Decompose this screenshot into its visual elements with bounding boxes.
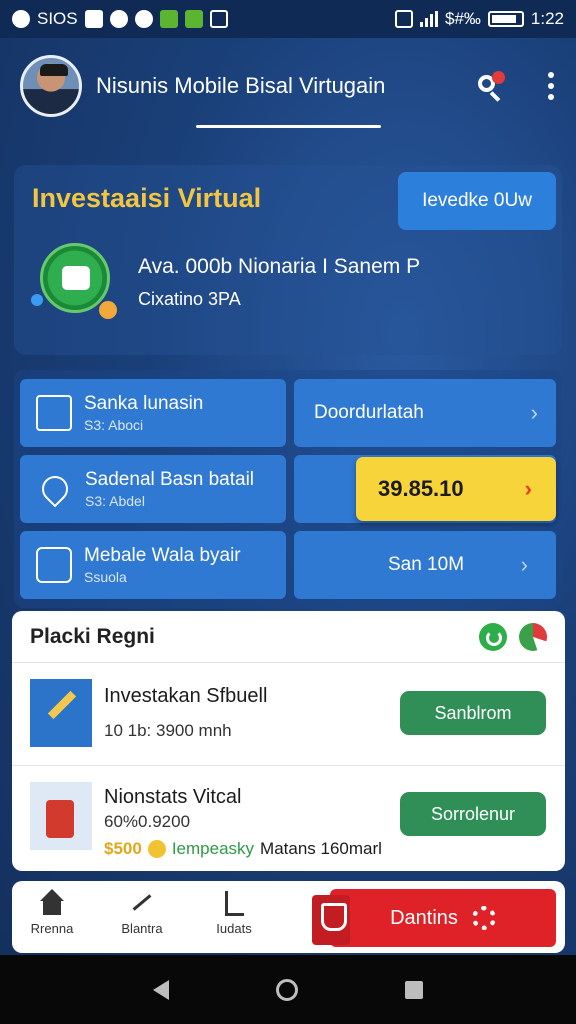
nav-docs[interactable]: Iudats: [196, 889, 272, 949]
list-item: Investakan Sfbuell 10 1b: 3900 mnh Sanbl…: [12, 663, 565, 766]
tile-mebale[interactable]: Mebale Wala byair Ssuola: [20, 531, 286, 599]
list-item: Nionstats Vitcal 60%0.9200 $500 Iempeask…: [12, 766, 565, 869]
item-title: Investakan Sfbuell: [104, 685, 268, 707]
app-header: Nisunis Mobile Bisal Virtugain: [0, 38, 576, 134]
tile-label: Sadenal Basn batail: [85, 469, 255, 490]
shield-badge-icon: [312, 895, 350, 945]
system-nav-bar: [0, 955, 576, 1024]
clock: 1:22: [530, 9, 564, 28]
tile-label: San 10M: [387, 554, 465, 575]
status-app-icon: [12, 10, 30, 28]
item-subtitle: 10 1b: 3900 mnh: [104, 721, 232, 740]
cta-label: Dantins: [390, 906, 458, 929]
avatar[interactable]: [20, 55, 82, 117]
search-button[interactable]: [476, 71, 506, 102]
battery-icon: [487, 11, 524, 27]
cta-button[interactable]: Dantins: [330, 889, 556, 947]
sync-icon: [134, 10, 153, 28]
more-options-button[interactable]: [546, 72, 556, 100]
tab-indicator: [196, 125, 381, 128]
tile-label: Sanka lunasin: [84, 393, 204, 414]
balance-button[interactable]: 39.85.10 ›: [356, 457, 556, 521]
house-icon: [36, 395, 72, 431]
item-price: $500: [104, 839, 142, 858]
chart-icon: [127, 889, 157, 917]
tile-label: Mebale Wala byair: [84, 545, 241, 566]
app-icon-green-2: [184, 10, 203, 28]
notification-dot: [492, 71, 505, 84]
home-circle-icon[interactable]: [275, 978, 298, 1001]
nav-label: Blantra: [121, 921, 163, 936]
document-icon: [219, 889, 249, 917]
hero-action-button[interactable]: Ievedke 0Uw: [398, 172, 556, 230]
chart-board-icon: [36, 547, 72, 583]
gear-icon: [471, 906, 496, 930]
nav-home[interactable]: Rrenna: [14, 889, 90, 949]
bottom-nav: Rrenna Blantra Iudats Dantins: [12, 881, 565, 953]
home-icon: [37, 889, 67, 917]
item-tag: Iempeasky: [171, 839, 255, 858]
tile-doordurlatah[interactable]: Doordurlatah ›: [294, 379, 556, 447]
ball-icon[interactable]: [519, 622, 547, 651]
nav-chart[interactable]: Blantra: [104, 889, 180, 949]
tile-sanka[interactable]: Sanka lunasin S3: Aboci: [20, 379, 286, 447]
hero-title: Investaaisi Virtual: [32, 183, 262, 213]
app-logo-icon: [31, 243, 117, 319]
chevron-right-icon: ›: [520, 552, 528, 577]
refresh-icon[interactable]: [479, 622, 507, 651]
app-icon-green: [159, 10, 178, 28]
signal-icon: [419, 11, 438, 27]
item-title: Nionstats Vitcal: [104, 786, 242, 808]
hero-info-line2: Cixatino 3PA: [138, 289, 241, 309]
chevron-right-icon: ›: [524, 476, 532, 501]
list-card: Placki Regni Investakan Sfbuell 10 1b: 3…: [12, 611, 565, 871]
back-icon[interactable]: [153, 979, 170, 1000]
hero-card: Investaaisi Virtual Ievedke 0Uw Ava. 000…: [14, 165, 562, 355]
item-action-button[interactable]: Sanblrom: [400, 691, 546, 735]
coin-icon: [147, 840, 166, 858]
tile-sadenal[interactable]: Sadenal Basn batail S3: Abdel: [20, 455, 286, 523]
tile-sub: S3: Aboci: [84, 417, 144, 433]
item-action-button[interactable]: Sorrolenur: [400, 792, 546, 836]
item-thumbnail: [30, 782, 92, 850]
network-label: $#‰: [444, 9, 481, 28]
nav-label: Iudats: [216, 921, 252, 936]
tile-san10m[interactable]: San 10M ›: [294, 531, 556, 599]
check-icon: [84, 10, 103, 28]
recent-apps-icon[interactable]: [404, 980, 423, 999]
vibrate-icon: [394, 10, 413, 28]
item-extra: Matans 160marl: [260, 839, 382, 858]
balance-value: 39.85.10: [378, 476, 464, 501]
carrier-text: SIOS: [37, 9, 78, 28]
chevron-right-icon: ›: [530, 400, 538, 425]
location-pin-icon: [36, 470, 74, 508]
app-screen: SIOS $#‰ 1:22 Nisunis Mobile Bisal Virtu…: [0, 0, 576, 955]
item-thumbnail: [30, 679, 92, 747]
nav-label: Rrenna: [30, 921, 74, 936]
tile-label: Doordurlatah: [314, 402, 424, 423]
hero-info-line1: Ava. 000b Nionaria I Sanem P: [138, 255, 421, 278]
page-title: Nisunis Mobile Bisal Virtugain: [96, 73, 386, 98]
item-subtitle: 60%0.9200: [104, 812, 191, 831]
list-title: Placki Regni: [30, 624, 155, 648]
item-meta: $500 Iempeasky Matans 160marl: [104, 839, 382, 859]
list-header: Placki Regni: [12, 611, 565, 663]
tile-sub: S3: Abdel: [85, 493, 145, 509]
tile-sub: Ssuola: [84, 569, 127, 585]
status-bar: SIOS $#‰ 1:22: [0, 0, 576, 38]
gallery-icon: [209, 10, 228, 28]
notification-icon: [109, 10, 128, 28]
feature-grid: Sanka lunasin S3: Aboci Doordurlatah › S…: [14, 370, 562, 608]
